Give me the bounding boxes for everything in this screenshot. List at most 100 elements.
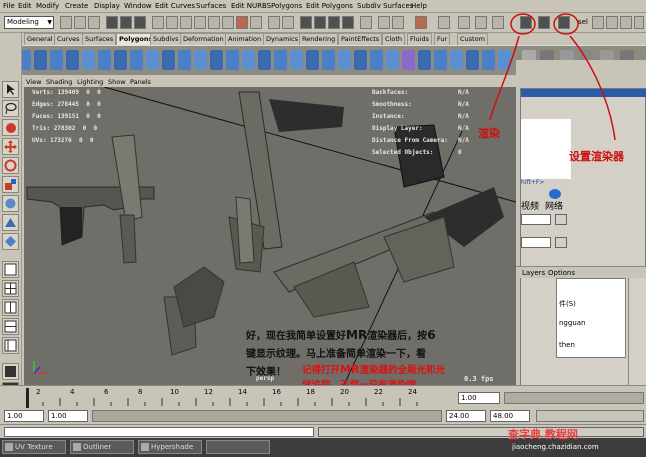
menu-modify[interactable]: Modify	[36, 2, 59, 10]
start-time-field[interactable]: 1.00	[4, 410, 44, 422]
shelf-tab-fluids[interactable]: Fluids	[407, 33, 432, 45]
options-menu[interactable]: Options	[548, 269, 575, 277]
shelf-tab-deformation[interactable]: Deformation	[180, 33, 227, 45]
construction-history-icon[interactable]	[392, 16, 404, 29]
layout-single-icon[interactable]	[2, 261, 19, 278]
poly-uv-spherical-icon[interactable]	[450, 50, 463, 70]
poly-append-icon[interactable]	[114, 50, 127, 70]
menu-surfaces[interactable]: Surfaces	[196, 2, 226, 10]
playback-controls[interactable]	[504, 392, 644, 404]
shelf-tab-animation[interactable]: Animation	[225, 33, 265, 45]
mask-joints-icon[interactable]	[166, 16, 178, 29]
red-ball-icon[interactable]	[415, 16, 427, 29]
poly-merge-icon[interactable]	[162, 50, 175, 70]
playback-end-field[interactable]: 24.00	[446, 410, 486, 422]
shelf-tab-fur[interactable]: Fur	[434, 33, 451, 45]
menu-file[interactable]: File	[3, 2, 15, 10]
manipulator-tool-icon[interactable]	[2, 195, 19, 212]
field-2-button[interactable]	[555, 237, 567, 248]
mask-surfaces-icon[interactable]	[194, 16, 206, 29]
layout-two-stack-icon[interactable]	[2, 318, 19, 335]
panel-menu-panels[interactable]: Panels	[130, 78, 151, 86]
panel-menu-lighting[interactable]: Lighting	[77, 78, 103, 86]
hypershade-icon[interactable]	[2, 363, 19, 380]
video-label[interactable]: 视频	[521, 199, 539, 212]
mask-rendering-icon[interactable]	[236, 16, 248, 29]
shelf-tab-subdivs[interactable]: Subdivs	[150, 33, 182, 45]
poly-delete-edge-icon[interactable]	[370, 50, 383, 70]
field-1-button[interactable]	[555, 214, 567, 225]
shelf-tab-general[interactable]: General	[24, 33, 56, 45]
shelf-tab-painteffects[interactable]: PaintEffects	[338, 33, 383, 45]
end-time-field[interactable]: 48.00	[490, 410, 530, 422]
select-hierarchy-icon[interactable]	[106, 16, 118, 29]
perspective-viewport[interactable]: Verts: 139409 0 0 Edges: 278445 0 0 Face…	[24, 87, 516, 385]
layout-two-side-icon[interactable]	[2, 299, 19, 316]
poly-combine-icon[interactable]	[210, 50, 223, 70]
poly-bevel-icon[interactable]	[178, 50, 191, 70]
open-scene-icon[interactable]	[74, 16, 86, 29]
shelf-tab-cloth[interactable]: Cloth	[382, 33, 405, 45]
poly-plane-icon[interactable]	[82, 50, 95, 70]
menu-edit-curves[interactable]: Edit Curves	[155, 2, 195, 10]
poly-boolean-icon[interactable]	[242, 50, 255, 70]
select-component-icon[interactable]	[134, 16, 146, 29]
poly-cleanup-icon[interactable]	[290, 50, 303, 70]
menu-window[interactable]: Window	[124, 2, 152, 10]
mask-misc-icon[interactable]	[250, 16, 262, 29]
mode-selector[interactable]: Modeling ▼	[4, 16, 54, 29]
layers-menu[interactable]: Layers	[522, 269, 545, 277]
menu-create[interactable]: Create	[65, 2, 88, 10]
snap-curve-icon[interactable]	[314, 16, 326, 29]
character-set-field[interactable]	[536, 410, 644, 422]
paint-select-tool-icon[interactable]	[2, 119, 19, 136]
taskbar-hypershade[interactable]: Hypershade	[138, 440, 202, 454]
poly-quadrangulate-icon[interactable]	[322, 50, 335, 70]
current-time-marker[interactable]	[26, 388, 29, 408]
menu-subdiv-surfaces[interactable]: Subdiv Surfaces	[357, 2, 413, 10]
layout-four-icon[interactable]	[2, 280, 19, 297]
current-time-field[interactable]: 1.00	[458, 392, 500, 404]
move-tool-icon[interactable]	[2, 138, 19, 155]
field-1[interactable]	[521, 214, 551, 225]
poly-smooth-icon[interactable]	[194, 50, 207, 70]
rotate-tool-icon[interactable]	[2, 157, 19, 174]
lock-selection-icon[interactable]	[268, 16, 280, 29]
shelf-tab-curves[interactable]: Curves	[54, 33, 83, 45]
mask-deformers-icon[interactable]	[208, 16, 220, 29]
poly-extrude-icon[interactable]	[146, 50, 159, 70]
shelf-tab-surfaces[interactable]: Surfaces	[82, 33, 117, 45]
shelf-tab-dynamics[interactable]: Dynamics	[263, 33, 302, 45]
poly-split-icon[interactable]	[130, 50, 143, 70]
field-2[interactable]	[521, 237, 551, 248]
lasso-tool-icon[interactable]	[2, 100, 19, 117]
poly-reduce-icon[interactable]	[274, 50, 287, 70]
poly-triangulate-icon[interactable]	[306, 50, 319, 70]
mask-dynamics-icon[interactable]	[222, 16, 234, 29]
range-bar[interactable]	[92, 410, 442, 422]
menu-edit-nurbs[interactable]: Edit NURBS	[231, 2, 271, 10]
poly-cone-icon[interactable]	[66, 50, 79, 70]
poly-subdivide-icon[interactable]	[338, 50, 351, 70]
menu-display[interactable]: Display	[94, 2, 120, 10]
network-label[interactable]: 网络	[545, 199, 563, 212]
poly-uv-cylindrical-icon[interactable]	[434, 50, 447, 70]
poly-cylinder-icon[interactable]	[50, 50, 63, 70]
snap-point-icon[interactable]	[328, 16, 340, 29]
mask-handles-icon[interactable]	[152, 16, 164, 29]
panel-menu-view[interactable]: View	[26, 78, 41, 86]
poly-cube-icon[interactable]	[34, 50, 47, 70]
menu-help[interactable]: Help	[411, 2, 427, 10]
highlight-selection-icon[interactable]	[282, 16, 294, 29]
poly-separate-icon[interactable]	[226, 50, 239, 70]
live-surface-icon[interactable]	[360, 16, 372, 29]
save-scene-icon[interactable]	[88, 16, 100, 29]
menu-polygons[interactable]: Polygons	[271, 2, 302, 10]
time-slider[interactable]: 2 4 6 8 10 12 14 16 18 20 22 24 1.00	[0, 385, 646, 409]
select-tool-icon[interactable]	[2, 81, 19, 98]
select-object-icon[interactable]	[120, 16, 132, 29]
snap-grid-icon[interactable]	[300, 16, 312, 29]
new-scene-icon[interactable]	[60, 16, 72, 29]
scale-tool-icon[interactable]	[2, 176, 19, 193]
poly-soften-edge-icon[interactable]	[386, 50, 399, 70]
